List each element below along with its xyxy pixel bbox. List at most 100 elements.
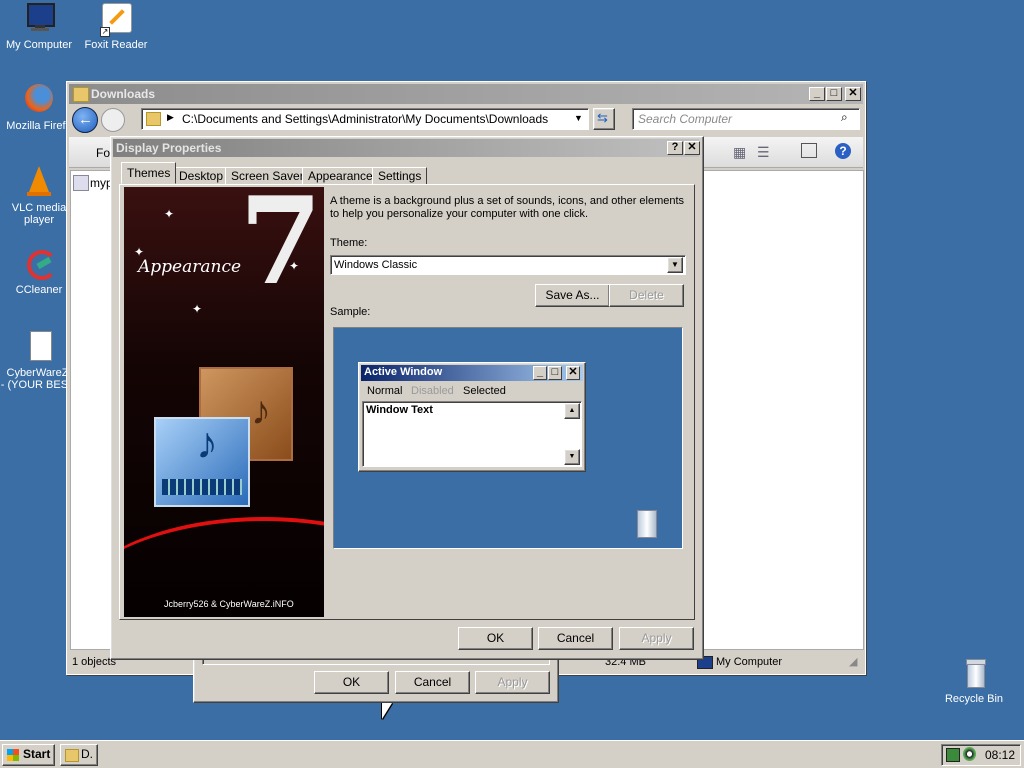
foxit-reader-icon: ↗ <box>100 3 132 37</box>
mouse-cursor-icon <box>382 703 392 719</box>
help-icon[interactable]: ? <box>835 143 851 159</box>
banner-credit: Jcberry526 & CyberWareZ.iNFO <box>164 599 294 609</box>
theme-select-value: Windows Classic <box>334 259 418 271</box>
sample-close-icon: ✕ <box>566 366 580 380</box>
music-note-icon: ♪ <box>251 389 271 433</box>
theme-banner-image: Appearance 7 ✦ ✦ ✦ ✦ ♪ ♪ Jcberry526 & Cy… <box>124 187 324 617</box>
delete-button[interactable]: Delete <box>609 284 684 307</box>
sample-recycle-bin-icon <box>637 510 657 538</box>
my-computer-icon <box>23 3 55 35</box>
sample-preview: Active Window _ □ ✕ Normal Disabled Sele… <box>333 327 683 549</box>
resize-grip-icon[interactable]: ◢ <box>849 655 857 668</box>
document-icon <box>23 331 55 363</box>
music-note-icon: ♪ <box>196 419 218 468</box>
sample-menu-selected: Selected <box>463 385 506 397</box>
sample-menu-disabled: Disabled <box>411 385 454 397</box>
sparkle-icon: ✦ <box>289 259 300 273</box>
search-placeholder: Search Computer <box>638 112 733 126</box>
taskbar: Start D. 08:12 <box>0 740 1024 768</box>
tab-desktop[interactable]: Desktop <box>173 167 230 185</box>
back-button[interactable]: ← <box>72 107 98 133</box>
start-label: Start <box>23 747 51 761</box>
network-icon[interactable] <box>946 748 960 762</box>
address-text: C:\Documents and Settings\Administrator\… <box>182 112 549 126</box>
file-icon <box>73 175 89 191</box>
refresh-button[interactable]: ⇆ <box>593 108 615 130</box>
explorer-title: Downloads <box>91 87 156 101</box>
desktop-icon-label: My Computer <box>5 39 73 51</box>
search-icon[interactable]: ⌕ <box>841 110 848 125</box>
folder-icon <box>65 749 79 762</box>
scroll-down-icon: ▼ <box>564 449 580 465</box>
view-list-icon[interactable]: ▦ <box>733 144 746 161</box>
clock[interactable]: 08:12 <box>985 748 1015 762</box>
forward-button[interactable] <box>101 108 125 132</box>
system-tray: 08:12 <box>941 744 1021 766</box>
sample-window-text: Window Text <box>366 404 433 416</box>
ccleaner-icon <box>23 248 57 280</box>
maximize-button[interactable]: □ <box>826 87 842 101</box>
folder-icon <box>146 112 161 126</box>
theme-select[interactable]: Windows Classic ▼ <box>330 255 686 275</box>
sparkle-icon: ✦ <box>192 302 203 316</box>
ok-button[interactable]: OK <box>314 671 389 694</box>
help-button[interactable]: ? <box>667 141 683 155</box>
desktop-icon-label: Recycle Bin <box>944 693 1004 705</box>
theme-description: A theme is a background plus a set of so… <box>330 195 685 220</box>
task-label: D. <box>81 747 93 761</box>
windows-logo-icon <box>7 749 19 761</box>
chevron-down-icon: ▼ <box>671 260 679 269</box>
minimize-button[interactable]: _ <box>809 87 825 101</box>
taskbar-task-downloads[interactable]: D. <box>60 744 98 766</box>
display-properties-dialog: Display Properties ? ✕ Themes Desktop Sc… <box>110 136 704 660</box>
sample-label: Sample: <box>330 306 371 318</box>
tab-settings[interactable]: Settings <box>372 167 428 185</box>
preview-pane-icon[interactable] <box>801 143 817 158</box>
apply-button[interactable]: Apply <box>619 627 694 650</box>
save-as-button[interactable]: Save As... <box>535 284 610 307</box>
sparkle-icon: ✦ <box>164 207 175 221</box>
cancel-button[interactable]: Cancel <box>395 671 470 694</box>
cancel-button[interactable]: Cancel <box>538 627 613 650</box>
sample-menu-normal: Normal <box>367 385 403 397</box>
arrow-left-icon: ← <box>78 111 93 128</box>
banner-number: 7 <box>239 187 323 312</box>
ok-button[interactable]: OK <box>458 627 533 650</box>
tab-themes[interactable]: Themes <box>121 162 177 184</box>
desktop-icon-foxit-reader[interactable]: ↗ Foxit Reader <box>77 3 155 51</box>
folder-icon <box>73 87 89 102</box>
desktop-icon-recycle-bin[interactable]: Recycle Bin <box>935 657 1013 705</box>
dropdown-button[interactable]: ▼ <box>667 257 683 273</box>
sample-title-bar: Active Window _ □ ✕ <box>361 365 583 381</box>
recycle-bin-icon <box>958 657 990 689</box>
search-input[interactable]: Search Computer ⌕ <box>632 108 860 130</box>
start-button[interactable]: Start <box>2 744 55 766</box>
address-bar[interactable]: ▶ C:\Documents and Settings\Administrato… <box>141 108 589 130</box>
close-button[interactable]: ✕ <box>845 87 861 101</box>
sparkle-icon: ✦ <box>134 245 145 259</box>
tab-appearance[interactable]: Appearance <box>302 167 379 185</box>
breadcrumb-arrow-icon: ▶ <box>167 112 174 122</box>
desktop-icon-my-computer[interactable]: My Computer <box>0 3 78 51</box>
dialog-title-bar: Display Properties ? ✕ <box>113 139 700 157</box>
view-details-icon[interactable]: ☰ <box>757 144 770 161</box>
vlc-cone-icon <box>23 166 55 198</box>
sample-window-title: Active Window <box>364 366 443 378</box>
status-location: My Computer <box>716 656 783 668</box>
dialog-title: Display Properties <box>116 141 222 155</box>
sample-minimize-icon: _ <box>533 366 547 380</box>
theme-label: Theme: <box>330 237 368 249</box>
firefox-icon <box>23 84 55 116</box>
refresh-icon: ⇆ <box>597 110 608 125</box>
tab-screen-saver[interactable]: Screen Saver <box>225 167 310 185</box>
security-shield-icon[interactable] <box>963 747 976 761</box>
desktop-icon-label: Foxit Reader <box>84 39 148 51</box>
music-folder-blue-icon: ♪ <box>154 417 250 507</box>
sample-window: Active Window _ □ ✕ Normal Disabled Sele… <box>358 362 586 472</box>
close-button[interactable]: ✕ <box>684 141 700 155</box>
scroll-up-icon: ▲ <box>564 403 580 419</box>
sample-text-area: Window Text ▲ ▼ <box>362 401 582 467</box>
sample-maximize-icon: □ <box>548 366 562 380</box>
dropdown-arrow-icon[interactable]: ▼ <box>574 113 583 123</box>
apply-button[interactable]: Apply <box>475 671 550 694</box>
